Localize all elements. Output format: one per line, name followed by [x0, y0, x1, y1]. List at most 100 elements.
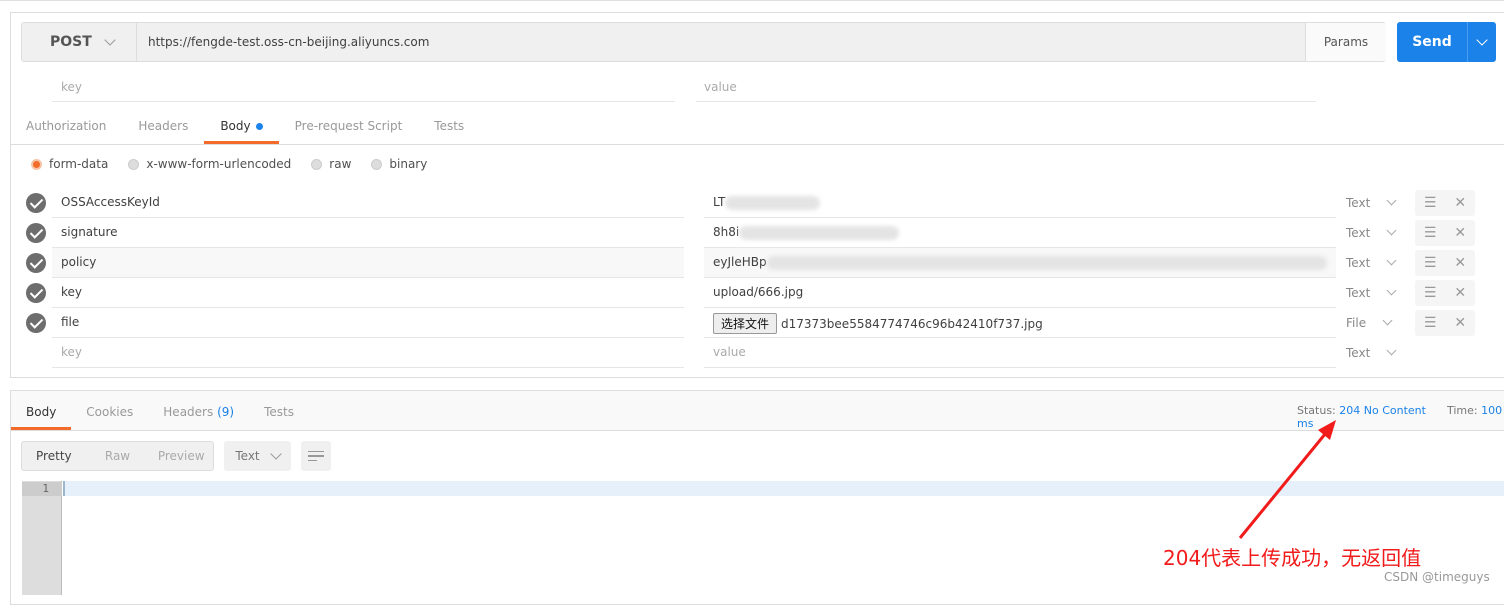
key-cell[interactable]: signature: [52, 218, 684, 248]
drag-handle-icon[interactable]: ☰: [1424, 315, 1437, 331]
type-select[interactable]: Text: [1346, 255, 1397, 270]
radio-urlencoded[interactable]: x-www-form-urlencoded: [128, 157, 291, 171]
redacted-blur: [739, 225, 900, 240]
type-label: Text: [1346, 196, 1371, 210]
type-label: Text: [1346, 286, 1371, 300]
modified-dot-icon: [255, 123, 263, 130]
response-tab-tests[interactable]: Tests: [249, 391, 309, 430]
table-row: OSSAccessKeyId LT Text ☰ ✕: [0, 188, 1504, 218]
delete-icon[interactable]: ✕: [1454, 315, 1466, 331]
param-key-input[interactable]: key: [61, 80, 82, 94]
chevron-down-icon: [1476, 33, 1488, 46]
radio-label: binary: [389, 157, 428, 171]
radio-icon: [371, 158, 383, 170]
key-cell[interactable]: key: [52, 278, 684, 308]
file-name: d17373bee5584774746c96b42410f737.jpg: [781, 317, 1043, 331]
table-row: signature 8h8i Text ☰ ✕: [0, 218, 1504, 248]
arrow-shaft: [1238, 427, 1332, 539]
value-cell[interactable]: upload/666.jpg: [704, 278, 1336, 308]
chevron-down-icon: [104, 33, 116, 46]
value-cell: 选择文件 d17373bee5584774746c96b42410f737.jpg: [704, 308, 1336, 338]
drag-handle-icon[interactable]: ☰: [1424, 255, 1437, 271]
format-select[interactable]: Text: [224, 441, 291, 471]
tab-pre-request-script[interactable]: Pre-request Script: [279, 112, 419, 144]
type-select[interactable]: Text: [1346, 285, 1397, 300]
checkbox-checked-icon[interactable]: [26, 313, 46, 333]
annotation-arrow: [1238, 420, 1336, 539]
response-tab-body[interactable]: Body: [11, 391, 72, 430]
status-value: 204 No Content: [1339, 404, 1426, 417]
value-cell[interactable]: eyJleHBp: [704, 248, 1336, 278]
checkbox-checked-icon[interactable]: [26, 253, 46, 273]
checkbox-checked-icon[interactable]: [26, 223, 46, 243]
checkbox-checked-icon[interactable]: [26, 283, 46, 303]
radio-label: x-www-form-urlencoded: [146, 157, 292, 171]
wrap-icon: [308, 450, 324, 453]
type-select[interactable]: Text: [1346, 345, 1397, 360]
new-key-input[interactable]: key: [52, 338, 684, 368]
tab-body[interactable]: Body: [204, 112, 279, 144]
tab-headers[interactable]: Headers: [122, 112, 204, 144]
key-cell[interactable]: file: [52, 308, 684, 338]
param-value-input[interactable]: value: [704, 80, 737, 94]
value-cell[interactable]: 8h8i: [704, 218, 1336, 248]
view-pretty[interactable]: Pretty: [22, 449, 86, 463]
request-tabs: Authorization Headers Body Pre-request S…: [10, 112, 480, 144]
value-cell[interactable]: LT: [704, 188, 1336, 218]
time-label: Time:: [1446, 404, 1478, 417]
response-tab-cookies[interactable]: Cookies: [71, 391, 148, 430]
value-text: LT: [713, 195, 726, 209]
body-mode-radios: form-data x-www-form-urlencoded raw bina…: [31, 157, 427, 171]
wrap-icon: [308, 455, 324, 457]
redacted-blur: [766, 255, 1327, 270]
tab-tests[interactable]: Tests: [418, 112, 480, 144]
drag-handle-icon[interactable]: ☰: [1424, 195, 1437, 211]
line-number: 1: [22, 482, 62, 496]
response-tab-headers[interactable]: Headers (9): [148, 391, 249, 430]
delete-icon[interactable]: ✕: [1454, 225, 1466, 241]
type-select[interactable]: Text: [1346, 195, 1397, 210]
row-actions: ☰ ✕: [1415, 310, 1475, 336]
table-row: file 选择文件 d17373bee5584774746c96b42410f73…: [0, 308, 1504, 338]
send-button[interactable]: Send: [1397, 22, 1496, 62]
delete-icon[interactable]: ✕: [1454, 255, 1466, 271]
radio-icon: [128, 158, 140, 170]
type-select[interactable]: Text: [1346, 225, 1397, 240]
view-mode-toggle: Pretty Raw Preview: [21, 441, 214, 471]
radio-form-data[interactable]: form-data: [31, 157, 108, 171]
send-dropdown[interactable]: [1467, 22, 1496, 62]
delete-icon[interactable]: ✕: [1454, 195, 1466, 211]
table-row: policy eyJleHBp Text ☰ ✕: [0, 248, 1504, 278]
type-label: File: [1346, 316, 1367, 330]
view-preview[interactable]: Preview: [149, 449, 213, 463]
send-label[interactable]: Send: [1397, 22, 1467, 62]
window-top-border: [0, 0, 1504, 1]
line-gutter: [22, 481, 62, 595]
redacted-blur: [725, 195, 821, 210]
wrap-lines-button[interactable]: [301, 441, 331, 471]
chevron-down-icon: [1386, 285, 1397, 296]
radio-binary[interactable]: binary: [371, 157, 427, 171]
row-actions: ☰ ✕: [1415, 190, 1475, 216]
type-select[interactable]: File: [1346, 315, 1393, 330]
url-input[interactable]: https://fengde-test.oss-cn-beijing.aliyu…: [148, 35, 429, 49]
view-raw[interactable]: Raw: [86, 449, 150, 463]
chevron-down-icon: [1382, 315, 1393, 326]
chevron-down-icon: [1386, 225, 1397, 236]
tab-authorization[interactable]: Authorization: [10, 112, 122, 144]
params-button[interactable]: Params: [1305, 23, 1386, 61]
header-count: (9): [217, 405, 235, 419]
new-value-input[interactable]: value: [704, 338, 1336, 368]
table-row: key upload/666.jpg Text ☰ ✕: [0, 278, 1504, 308]
key-cell[interactable]: OSSAccessKeyId: [52, 188, 684, 218]
choose-file-button[interactable]: 选择文件: [713, 313, 778, 334]
type-label: Text: [1346, 346, 1371, 360]
drag-handle-icon[interactable]: ☰: [1424, 285, 1437, 301]
method-select[interactable]: POST: [22, 23, 137, 61]
radio-raw[interactable]: raw: [311, 157, 351, 171]
key-cell[interactable]: policy: [52, 248, 684, 278]
delete-icon[interactable]: ✕: [1454, 285, 1466, 301]
drag-handle-icon[interactable]: ☰: [1424, 225, 1437, 241]
radio-icon: [311, 158, 323, 170]
checkbox-checked-icon[interactable]: [26, 193, 46, 213]
